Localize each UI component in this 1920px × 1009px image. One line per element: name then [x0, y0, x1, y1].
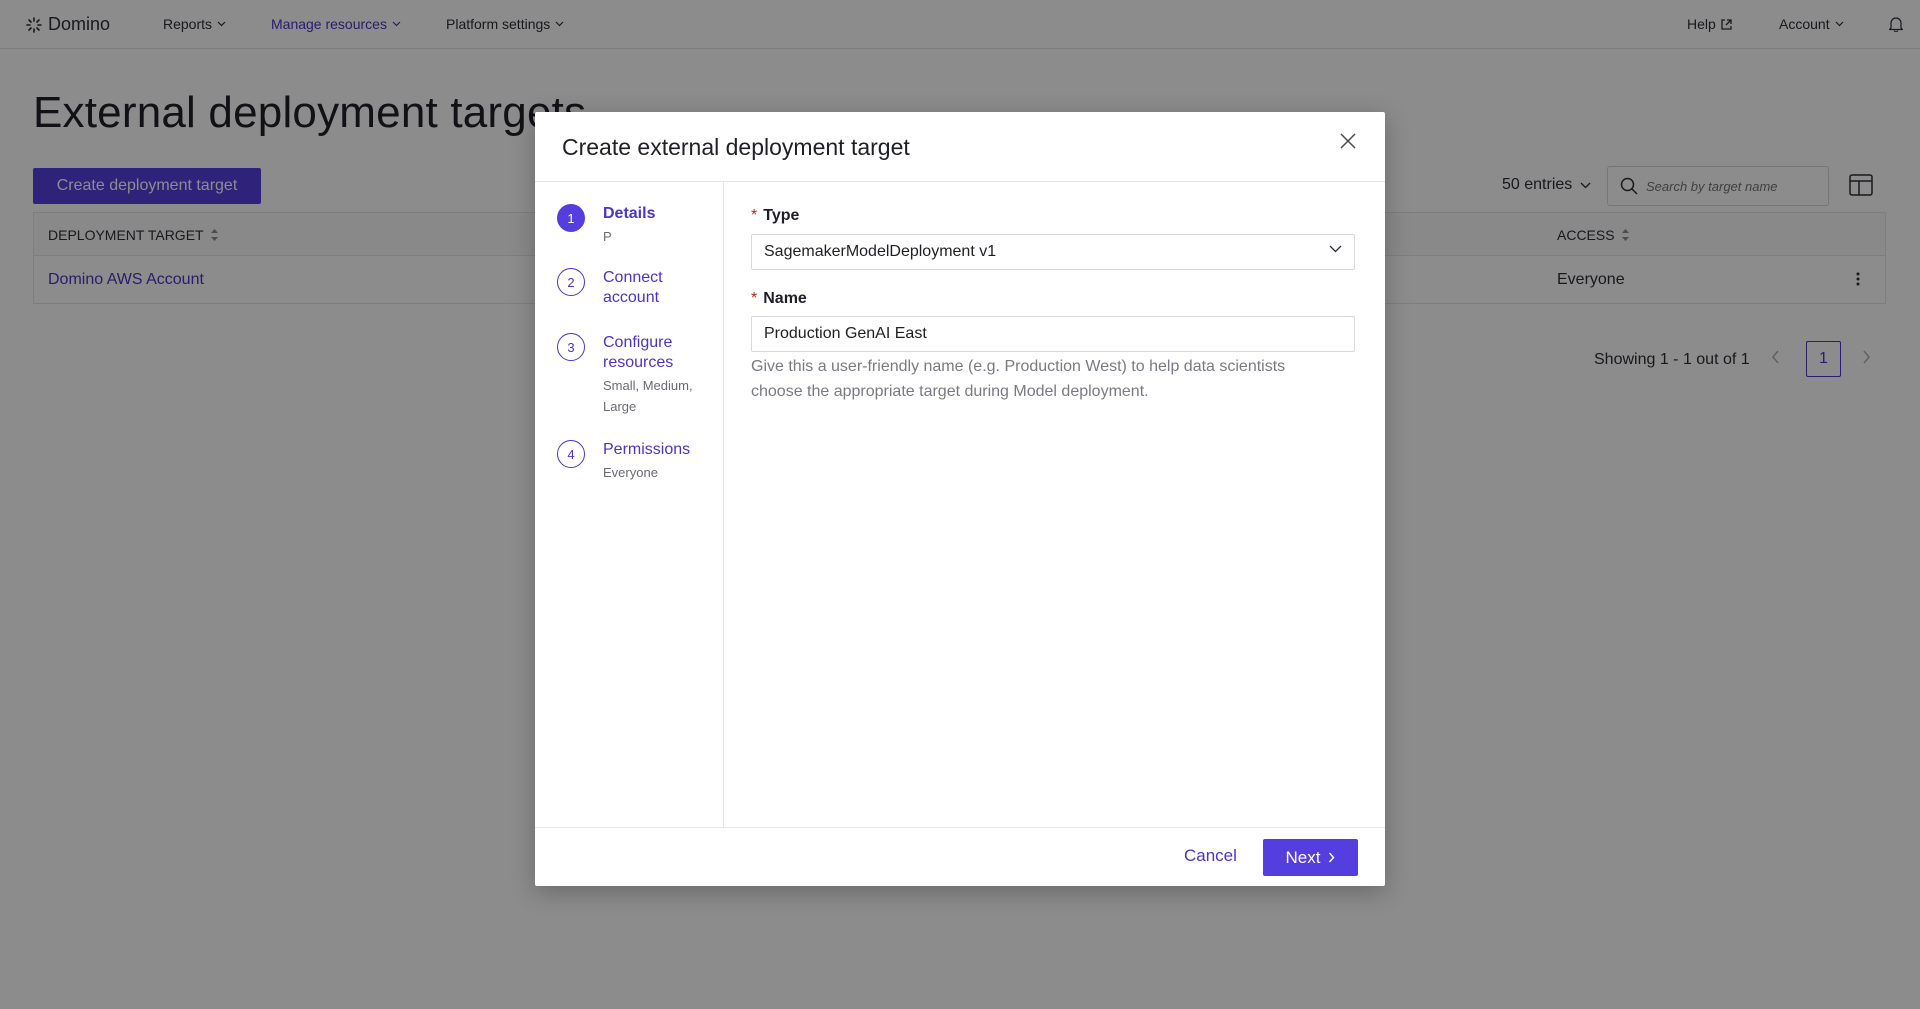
chevron-right-icon [1329, 852, 1335, 863]
step-number: 1 [557, 204, 585, 232]
chevron-down-icon [1329, 245, 1342, 253]
step-subtitle: Everyone [603, 465, 658, 480]
required-marker: * [751, 207, 758, 224]
step-subtitle: Small, Medium, Large [603, 378, 693, 414]
create-target-dialog: Create external deployment target 1 Deta… [535, 112, 1385, 886]
name-label: * Name [751, 290, 807, 308]
step-title: Details [603, 205, 656, 222]
step-details[interactable]: 1 Details P [557, 204, 713, 247]
step-connect-account[interactable]: 2 Connect account [557, 268, 713, 308]
name-label-text: Name [763, 290, 807, 307]
wizard-steps: 1 Details P 2 Connect account 3 Configur… [535, 182, 724, 827]
required-marker: * [751, 290, 758, 307]
next-button-label: Next [1285, 847, 1321, 867]
type-label: * Type [751, 207, 799, 225]
step-configure-resources[interactable]: 3 Configure resources Small, Medium, Lar… [557, 333, 713, 417]
step-title: Configure resources [603, 334, 674, 371]
close-icon[interactable] [1340, 133, 1356, 149]
step-title: Connect account [603, 269, 663, 306]
type-select-value: SagemakerModelDeployment v1 [764, 243, 997, 260]
dialog-header: Create external deployment target [535, 112, 1385, 182]
step-number: 2 [557, 268, 585, 296]
step-permissions[interactable]: 4 Permissions Everyone [557, 440, 713, 483]
type-label-text: Type [763, 207, 800, 224]
next-button[interactable]: Next [1263, 839, 1358, 876]
type-select[interactable]: SagemakerModelDeployment v1 [751, 234, 1355, 270]
name-input[interactable] [751, 316, 1355, 352]
dialog-footer: Cancel Next [535, 827, 1385, 886]
step-number: 4 [557, 440, 585, 468]
dialog-body: 1 Details P 2 Connect account 3 Configur… [535, 182, 1385, 827]
dialog-title: Create external deployment target [562, 134, 910, 160]
step-title: Permissions [603, 441, 691, 458]
step-subtitle: P [603, 229, 612, 244]
name-help-text: Give this a user-friendly name (e.g. Pro… [751, 358, 1286, 400]
cancel-button[interactable]: Cancel [1184, 846, 1237, 866]
step-number: 3 [557, 333, 585, 361]
